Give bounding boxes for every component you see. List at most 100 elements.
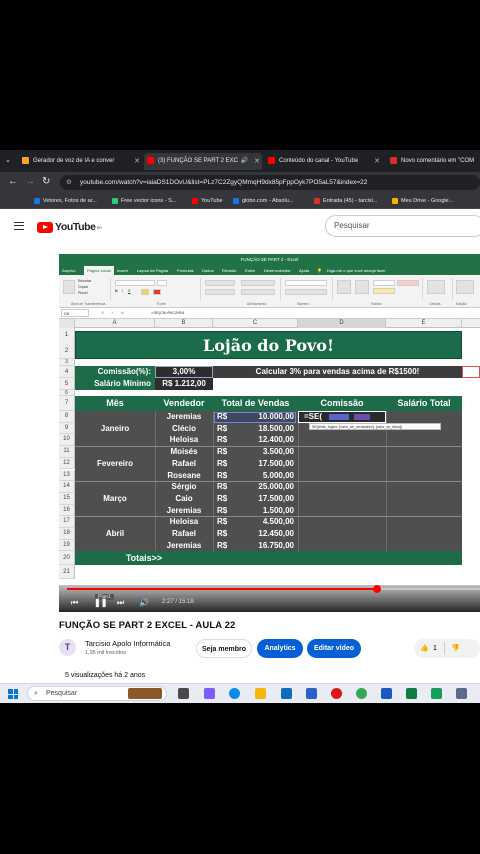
row-number[interactable]: 18 [59,528,75,540]
excel-icon[interactable] [406,688,417,699]
join-button[interactable]: Seja membro [196,639,252,658]
browser-tab-active[interactable]: (3) FUNÇÃO SE PART 2 EXC 🔊 ✕ [144,153,262,170]
selected-outline-cell[interactable] [462,366,480,378]
next-icon[interactable]: ⏭ [117,598,124,608]
cut-button[interactable]: Recortar [78,279,91,283]
number-format-select[interactable] [285,280,327,286]
bookmark-item[interactable]: Vetores, Fotos de ar... [34,196,97,206]
style-bad[interactable] [397,280,419,286]
row-number[interactable]: 12 [59,457,75,470]
copy-button[interactable]: Copiar [78,285,88,289]
month-cell[interactable]: Fevereiro [75,446,155,481]
task-view-icon[interactable] [178,688,189,699]
row-number[interactable]: 13 [59,469,75,482]
sales-amount-cell[interactable]: 12.400,00 [234,434,294,446]
browser-tab[interactable]: Gerador de voz de IA e conver ✕ [22,153,142,170]
menu-arquivo[interactable]: Arquivo [62,266,76,275]
seller-cell[interactable]: Rafael [155,528,213,540]
align-top-icons[interactable] [205,280,235,286]
menu-exibir[interactable]: Exibir [245,266,255,275]
url-input[interactable]: ⚙ youtube.com/watch?v=iaiaDS1DOvU&list=P… [60,175,480,190]
formula-input[interactable]: =SE(C8>PAC8*B4 [151,308,184,318]
close-tab-icon[interactable]: ✕ [254,153,260,170]
reload-icon[interactable]: ↻ [42,176,50,188]
name-box[interactable]: D8 [61,309,89,317]
site-info-icon[interactable]: ⚙ [66,175,72,190]
opera-icon[interactable] [331,688,342,699]
font-name-select[interactable] [115,280,155,286]
menu-formulas[interactable]: Fórmulas [177,266,194,275]
chrome-icon[interactable] [356,688,367,699]
style-neutral[interactable] [373,288,395,294]
format-painter-button[interactable]: Pincel [78,291,88,295]
windows-start-icon[interactable] [8,689,18,699]
bookmark-item[interactable]: globo.com - Absolu... [233,196,293,206]
row-number[interactable]: 7 [59,396,75,411]
menu-ajuda[interactable]: Ajuda [299,266,309,275]
cancel-icon[interactable]: ✕ [101,308,104,318]
min-salary-value-cell[interactable]: R$ 1.212,00 [155,378,213,390]
column-header-e[interactable]: E [386,319,462,328]
edit-video-button[interactable]: Editar vídeo [307,639,361,658]
row-number[interactable]: 10 [59,434,75,447]
insert-cells-button[interactable] [427,280,445,294]
browser-tab[interactable]: Conteúdo do canal - YouTube ✕ [268,153,382,170]
scrubber-handle[interactable] [372,585,381,593]
row-number[interactable]: 16 [59,504,75,517]
format-table-button[interactable] [355,280,369,294]
column-header-b[interactable]: B [155,319,213,328]
sales-amount-cell[interactable]: 1.500,00 [234,505,294,517]
sales-amount-cell[interactable]: 3.500,00 [234,446,294,458]
forward-icon[interactable]: → [25,176,35,188]
progress-bar[interactable] [67,585,480,593]
bookmark-item[interactable]: Free vector icons - S... [112,196,176,206]
italic-icon[interactable]: I [122,289,123,293]
merge-center-button[interactable] [241,289,275,295]
security-icon[interactable] [306,688,317,699]
month-cell[interactable]: Abril [75,516,155,551]
row-number[interactable]: 4 [59,366,75,378]
row-number[interactable]: 17 [59,516,75,528]
number-format-icons[interactable] [285,289,327,295]
active-edit-cell[interactable]: =SE( [298,411,386,423]
seller-cell[interactable]: Roseane [155,470,213,482]
column-header-d[interactable]: D [298,319,386,328]
channel-name[interactable]: Tarcisio Apolo Informática [85,639,170,648]
font-size-select[interactable] [157,280,167,286]
function-icon[interactable]: fx [121,308,124,318]
menu-pagina-inicial[interactable]: Página Inicial [84,266,114,275]
sales-amount-cell[interactable]: 17.500,00 [234,493,294,505]
sales-amount-cell[interactable]: 16.750,00 [234,540,294,552]
taskbar-search-input[interactable]: ⌕ Pesquisar [27,686,167,701]
youtube-logo[interactable]: YouTube BR [37,221,102,233]
like-icon[interactable]: 👍 [420,639,429,658]
column-header-c[interactable]: C [213,319,298,328]
word-icon[interactable] [381,688,392,699]
camtasia-icon[interactable] [431,688,442,699]
row-number[interactable]: 9 [59,422,75,435]
file-explorer-icon[interactable] [255,688,266,699]
close-tab-icon[interactable]: ✕ [134,153,140,170]
row-number[interactable]: 5 [59,378,75,390]
sales-amount-cell[interactable]: 5.000,00 [234,470,294,482]
bookmark-item[interactable]: Entrada (45) - tarcisi... [314,196,377,206]
month-cell[interactable]: Março [75,481,155,516]
seller-cell[interactable]: Moisés [155,446,213,458]
sales-amount-cell[interactable]: 4.500,00 [234,516,294,528]
bookmark-item[interactable]: YouTube [192,196,223,206]
mail-icon[interactable] [281,688,292,699]
previous-icon[interactable]: ⏮ [71,598,78,608]
sales-amount-cell[interactable]: 25.000,00 [234,481,294,493]
back-icon[interactable]: ← [8,176,18,188]
menu-desenvolvedor[interactable]: Desenvolvedor [264,266,291,275]
seller-cell[interactable]: Heloisa [155,434,213,446]
close-tab-icon[interactable]: ✕ [374,153,380,170]
column-header-a[interactable]: A [75,319,155,328]
edge-icon[interactable] [229,688,240,699]
volume-icon[interactable]: 🔊 [139,598,149,608]
menu-inserir[interactable]: Inserir [117,266,128,275]
row-number[interactable]: 19 [59,539,75,552]
video-player[interactable]: FUNÇÃO SE PART 2 - Excel Arquivo Página … [59,254,480,612]
row-number[interactable]: 8 [59,411,75,423]
enter-icon[interactable]: ✓ [111,308,114,318]
